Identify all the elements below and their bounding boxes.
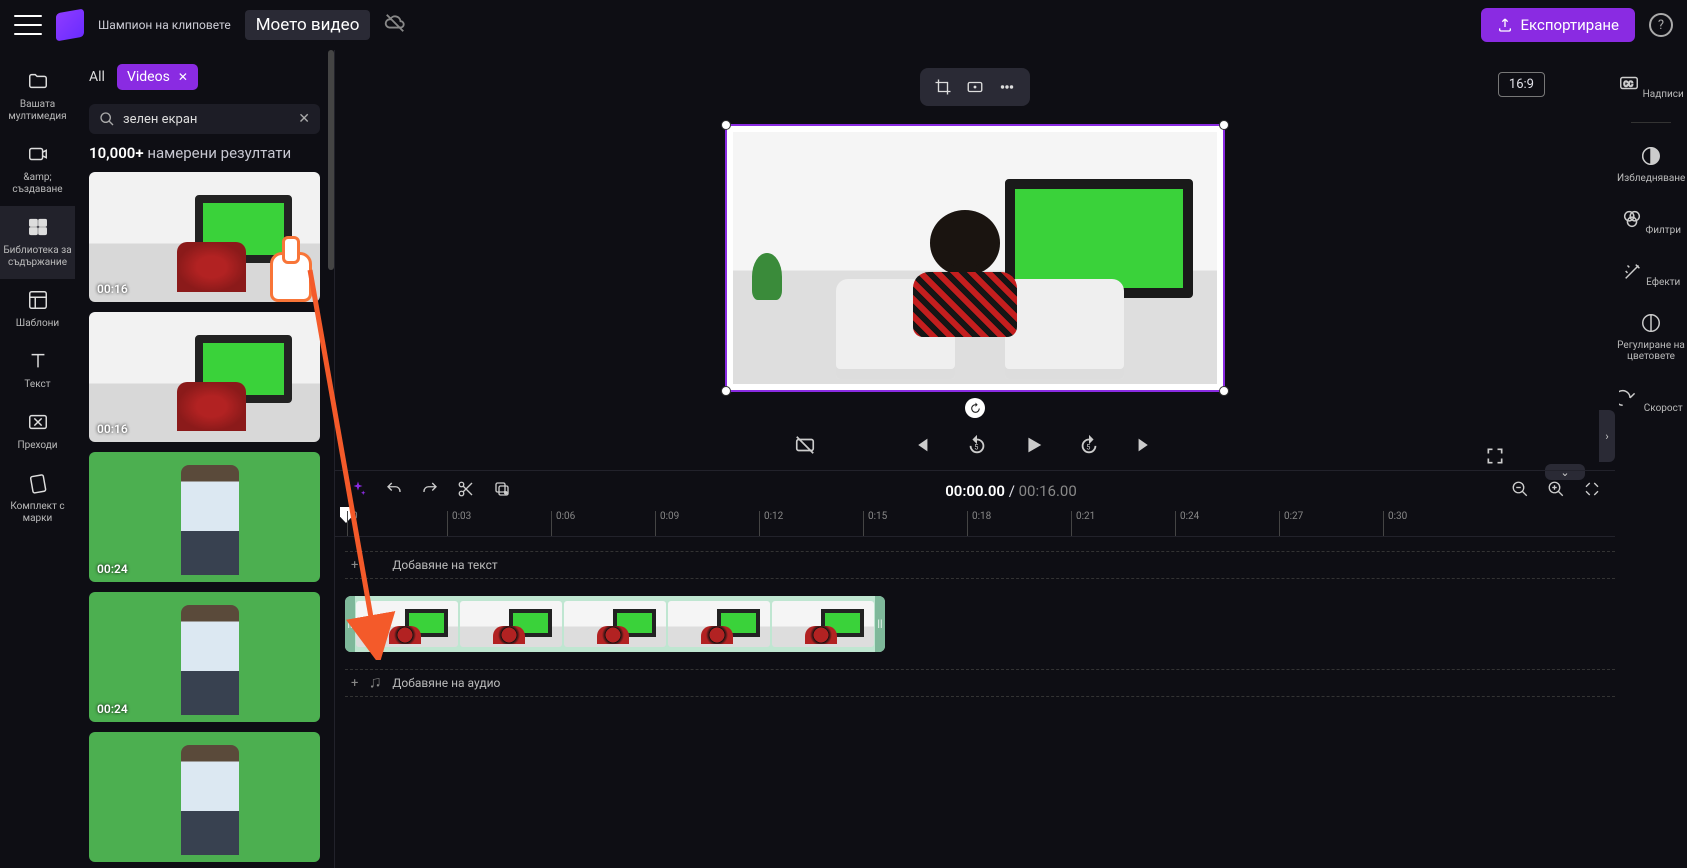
resize-handle[interactable]: [1219, 120, 1229, 130]
play-icon[interactable]: [1022, 434, 1044, 460]
thumbnail-duration: 00:16: [97, 422, 128, 436]
breadcrumb[interactable]: Шампион на клиповете: [98, 18, 231, 32]
remove-watermark-icon[interactable]: [794, 434, 816, 460]
redo-icon[interactable]: [421, 480, 439, 502]
right-nav: CC Надписи Избледняване Филтри Ефекти Ре…: [1615, 50, 1687, 868]
thumbnail-list[interactable]: 00:16 00:16 00:24 00:24: [75, 172, 334, 868]
nav-brand-kit[interactable]: Комплект с марки: [0, 462, 75, 535]
search-bar[interactable]: ✕: [89, 104, 320, 134]
app-logo-icon: [56, 9, 84, 42]
clip-trim-left[interactable]: ||: [345, 596, 355, 652]
svg-text:5: 5: [974, 443, 978, 452]
timeline: 00:00.00 / 00:16.00 0 0:03 0:06 0:09 0:1…: [335, 470, 1615, 868]
nav-your-media[interactable]: Вашата мултимедия: [0, 60, 75, 133]
cloud-sync-off-icon[interactable]: [384, 12, 406, 38]
preview-stage: 16:9 5 5 ⌄: [335, 50, 1615, 470]
text-track-placeholder[interactable]: + Добавяне на текст: [345, 551, 1615, 579]
rotate-handle-icon[interactable]: [965, 398, 985, 418]
nav-filters[interactable]: Филтри: [1615, 200, 1687, 244]
nav-speed[interactable]: Скорост: [1615, 378, 1687, 422]
forward-5-icon[interactable]: 5: [1078, 434, 1100, 460]
playback-controls: 5 5: [794, 434, 1156, 460]
tab-all[interactable]: All: [89, 69, 105, 85]
split-icon[interactable]: [457, 480, 475, 502]
timeline-toolbar: 00:00.00 / 00:16.00: [335, 471, 1615, 511]
clear-search-icon[interactable]: ✕: [298, 111, 310, 127]
zoom-fit-icon[interactable]: [1583, 480, 1601, 502]
undo-icon[interactable]: [385, 480, 403, 502]
nav-content-library[interactable]: Библиотека за съдържание: [0, 206, 75, 279]
resize-handle[interactable]: [721, 120, 731, 130]
aspect-ratio-selector[interactable]: 16:9: [1498, 72, 1545, 97]
more-icon[interactable]: [994, 74, 1020, 100]
project-title[interactable]: Моето видео: [245, 10, 371, 40]
left-nav: Вашата мултимедия &amp; създаване Библио…: [0, 50, 75, 868]
preview-canvas[interactable]: [725, 124, 1225, 392]
search-input[interactable]: [123, 112, 290, 127]
timeline-tracks[interactable]: + Добавяне на текст || || + Добавяне на …: [335, 537, 1615, 727]
resize-handle[interactable]: [1219, 386, 1229, 396]
video-track[interactable]: || ||: [345, 595, 1615, 653]
music-note-icon: [368, 676, 382, 690]
zoom-in-icon[interactable]: [1547, 480, 1565, 502]
nav-record[interactable]: &amp; създаване: [0, 133, 75, 206]
timeline-ruler[interactable]: 0 0:03 0:06 0:09 0:12 0:15 0:18 0:21 0:2…: [335, 511, 1615, 537]
media-thumbnail[interactable]: 00:24: [89, 452, 320, 582]
svg-text:CC: CC: [1624, 80, 1634, 89]
nav-effects[interactable]: Ефекти: [1615, 252, 1687, 296]
plus-icon: +: [351, 558, 358, 573]
skip-end-icon[interactable]: [1134, 434, 1156, 460]
side-panel: All Videos ✕ ✕ 10,000+ намерени резултат…: [75, 50, 335, 868]
media-thumbnail[interactable]: 00:16: [89, 172, 320, 302]
export-button-label: Експортиране: [1521, 16, 1619, 34]
close-icon[interactable]: ✕: [178, 70, 188, 84]
fullscreen-icon[interactable]: [1485, 446, 1505, 470]
tab-videos-chip[interactable]: Videos ✕: [117, 64, 198, 90]
nav-captions[interactable]: CC Надписи: [1615, 64, 1687, 108]
results-count: 10,000+ намерени резултати: [75, 144, 334, 172]
nav-color-adjust[interactable]: Регулиране на цветовете: [1615, 304, 1687, 370]
export-button[interactable]: Експортиране: [1481, 8, 1635, 42]
svg-text:5: 5: [1086, 443, 1090, 452]
nav-templates[interactable]: Шаблони: [0, 279, 75, 340]
media-thumbnail[interactable]: 00:16: [89, 312, 320, 442]
zoom-out-icon[interactable]: [1511, 480, 1529, 502]
menu-button[interactable]: [14, 11, 42, 39]
nav-transitions[interactable]: Преходи: [0, 401, 75, 462]
clip-trim-right[interactable]: ||: [875, 596, 885, 652]
stage-column: 16:9 5 5 ⌄: [335, 50, 1615, 868]
stage-toolbar: [920, 68, 1030, 106]
collapse-panel-right-icon[interactable]: ›: [1599, 410, 1615, 462]
crop-icon[interactable]: [930, 74, 956, 100]
nav-fade[interactable]: Избледняване: [1615, 137, 1687, 192]
nav-text[interactable]: Текст: [0, 340, 75, 401]
fit-icon[interactable]: [962, 74, 988, 100]
resize-handle[interactable]: [721, 386, 731, 396]
text-icon: [368, 558, 382, 572]
thumbnail-duration: 00:16: [97, 282, 128, 296]
rewind-5-icon[interactable]: 5: [966, 434, 988, 460]
media-thumbnail[interactable]: [89, 732, 320, 862]
thumbnail-duration: 00:24: [97, 562, 128, 576]
video-clip[interactable]: || ||: [345, 596, 885, 652]
timeline-timecode: 00:00.00 / 00:16.00: [529, 482, 1493, 500]
thumbnail-duration: 00:24: [97, 702, 128, 716]
duplicate-icon[interactable]: [493, 480, 511, 502]
top-bar: Шампион на клиповете Моето видео Експорт…: [0, 0, 1687, 50]
skip-start-icon[interactable]: [910, 434, 932, 460]
audio-track-placeholder[interactable]: + Добавяне на аудио: [345, 669, 1615, 697]
tab-videos-label: Videos: [127, 69, 170, 85]
search-icon: [99, 111, 115, 127]
media-thumbnail[interactable]: 00:24: [89, 592, 320, 722]
ai-sparkle-icon[interactable]: [349, 480, 367, 502]
help-icon[interactable]: ?: [1649, 13, 1673, 37]
plus-icon: +: [351, 676, 358, 691]
cursor-hand-icon: [258, 242, 318, 302]
